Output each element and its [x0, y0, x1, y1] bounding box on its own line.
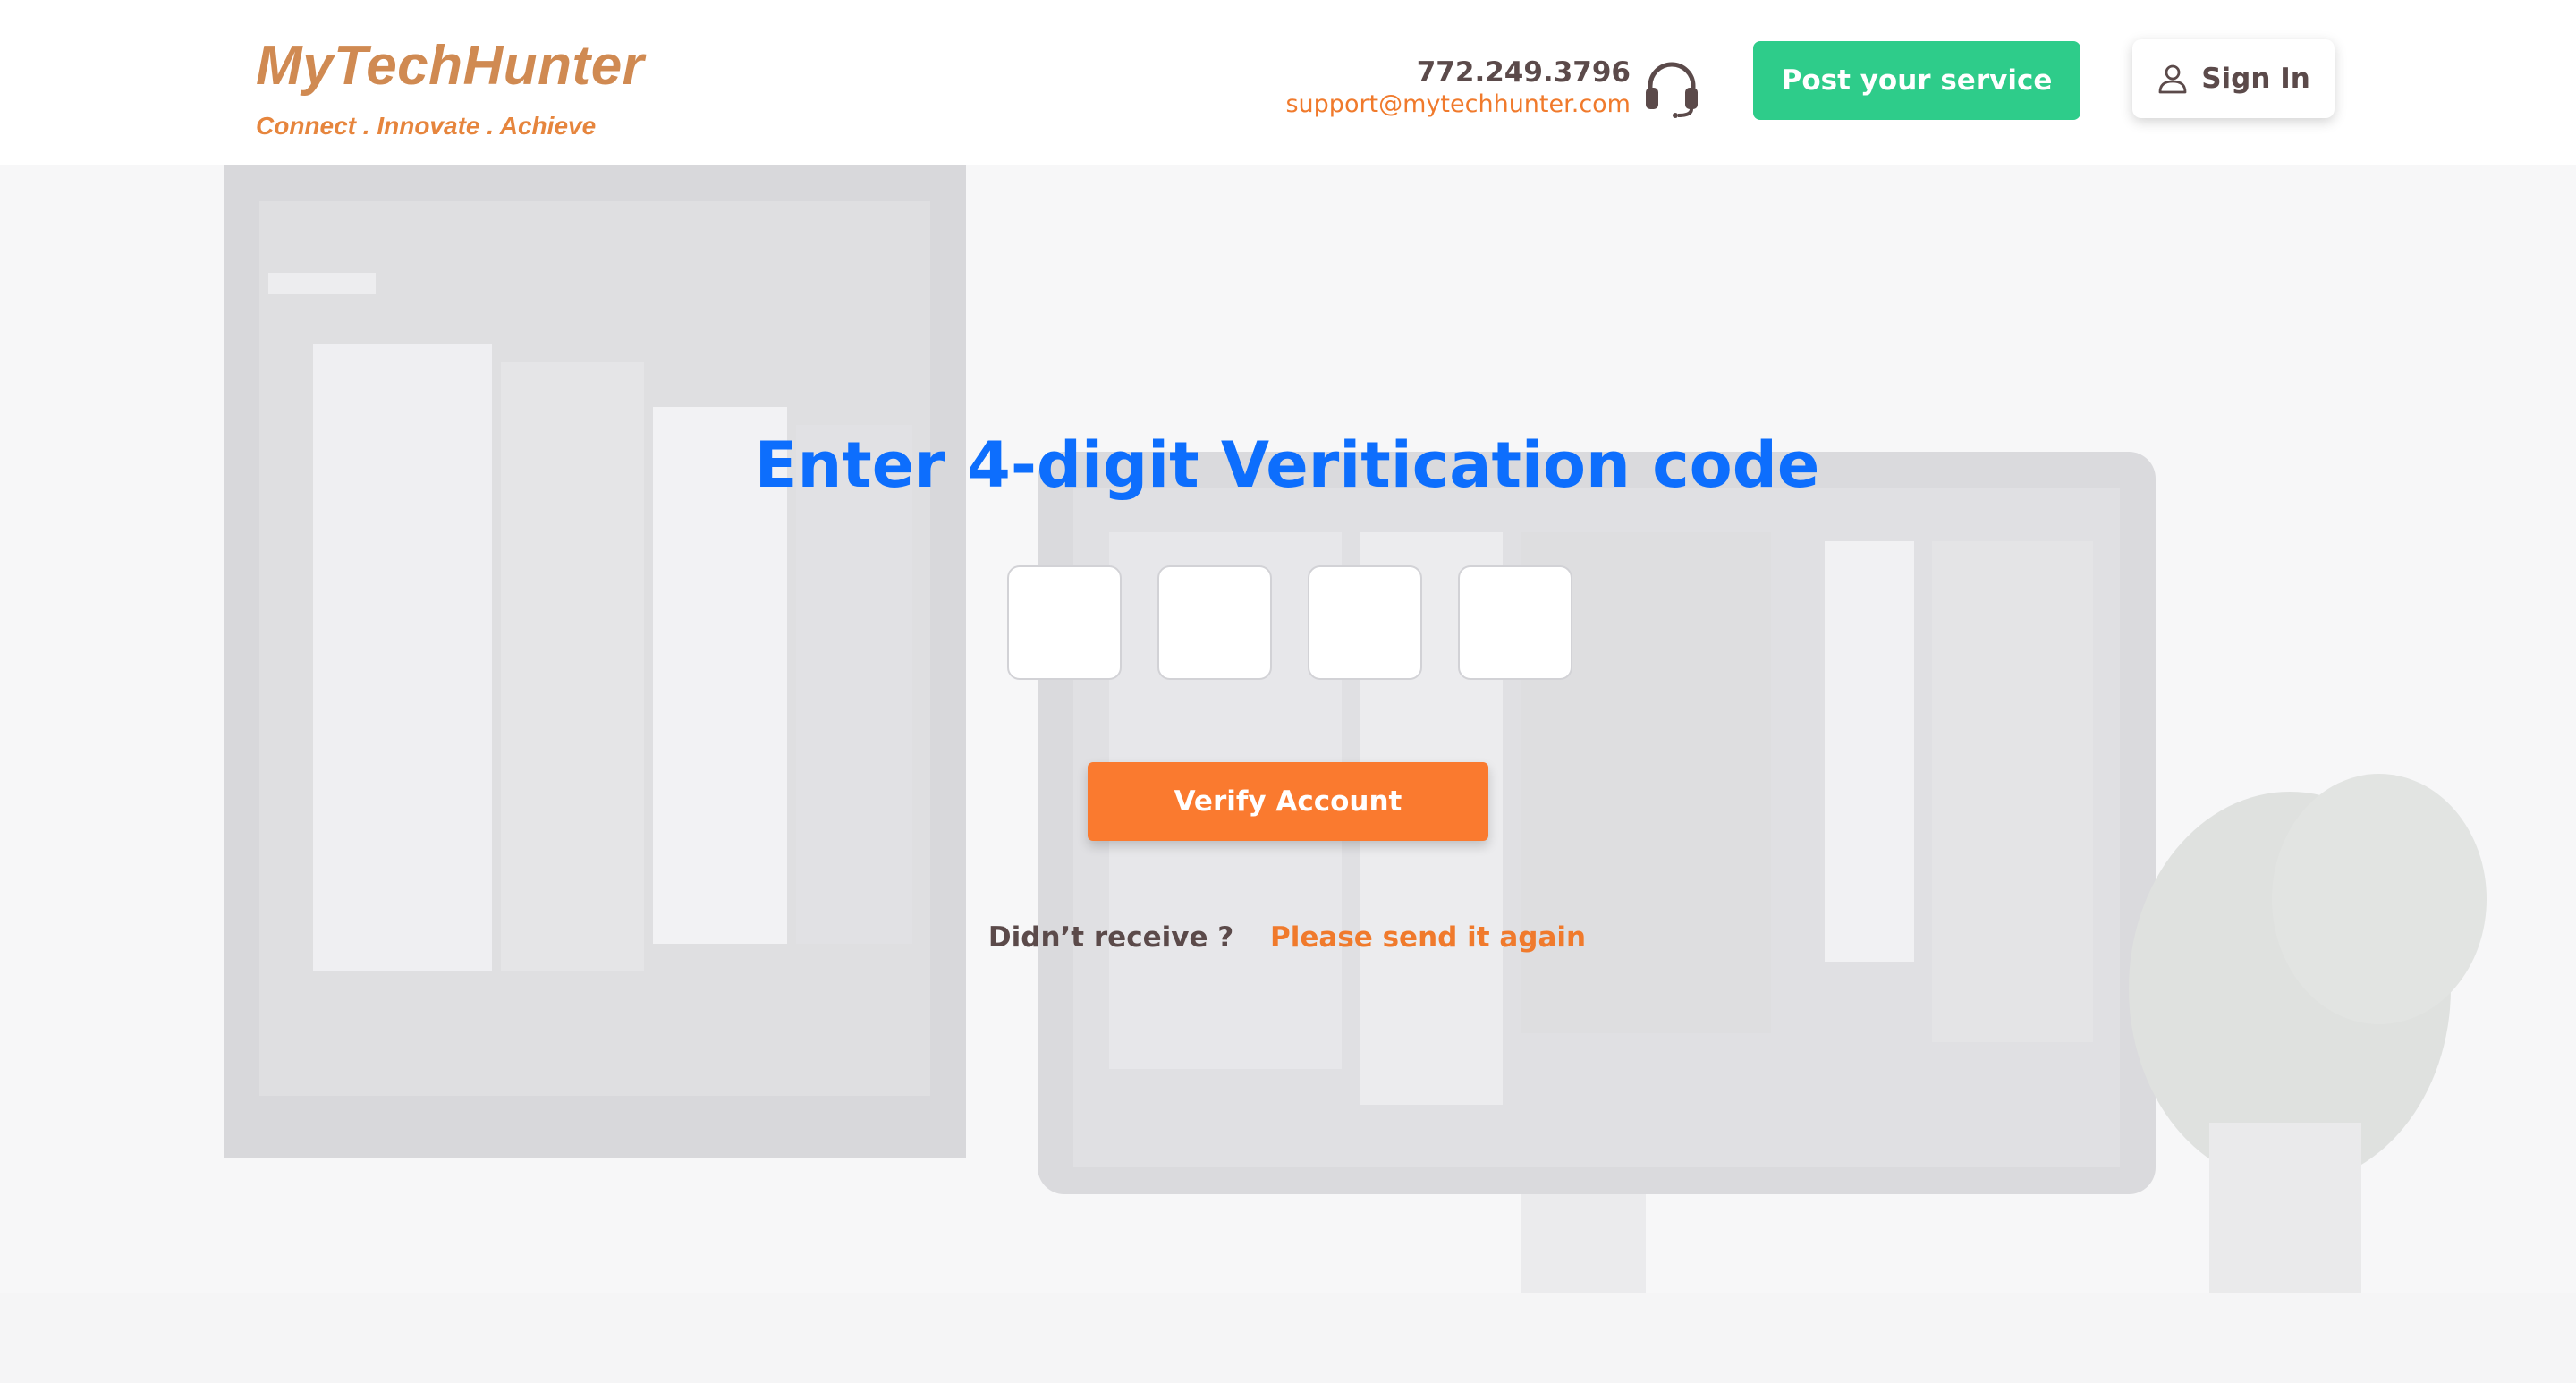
- verify-account-button[interactable]: Verify Account: [1088, 762, 1488, 841]
- headset-icon: [1646, 62, 1698, 118]
- code-input-group: [1007, 565, 1572, 680]
- site-header: MyTechHunter Connect . Innovate . Achiev…: [0, 0, 2576, 165]
- resend-prompt: Didn’t receive ?: [987, 921, 1234, 954]
- code-digit-4[interactable]: [1458, 565, 1572, 680]
- resend-row: Didn’t receive ? Please send it again: [0, 920, 2574, 955]
- sign-in-button[interactable]: Sign In: [2132, 39, 2334, 118]
- contact-info: 772.249.3796 support@mytechhunter.com: [1285, 55, 1631, 120]
- contact-phone[interactable]: 772.249.3796: [1285, 55, 1631, 89]
- brand-name: MyTechHunter: [256, 35, 645, 97]
- verification-title: Enter 4-digit Veritication code: [754, 428, 1820, 502]
- resend-link[interactable]: Please send it again: [1270, 921, 1586, 954]
- sign-in-label: Sign In: [2201, 63, 2310, 95]
- brand-logo[interactable]: MyTechHunter Connect . Innovate . Achiev…: [256, 34, 644, 141]
- code-digit-2[interactable]: [1157, 565, 1272, 680]
- post-service-button[interactable]: Post your service: [1753, 41, 2080, 120]
- contact-email[interactable]: support@mytechhunter.com: [1285, 89, 1631, 120]
- brand-tagline: Connect . Innovate . Achieve: [256, 112, 597, 140]
- code-digit-1[interactable]: [1007, 565, 1122, 680]
- user-icon: [2158, 64, 2187, 94]
- code-digit-3[interactable]: [1308, 565, 1422, 680]
